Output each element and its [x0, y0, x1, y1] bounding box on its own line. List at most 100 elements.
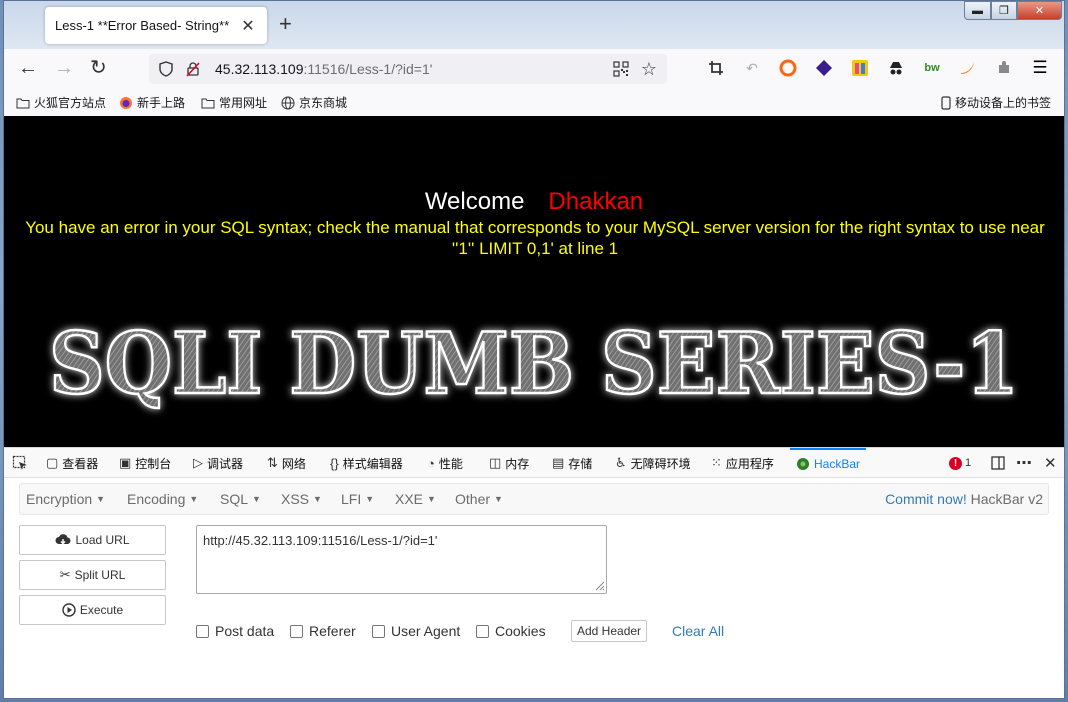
bookmark-star-icon[interactable]: ☆	[641, 59, 657, 80]
checkbox-box[interactable]	[476, 624, 489, 638]
menu-xxe[interactable]: XXE ▼	[395, 491, 436, 507]
caret-down-icon: ▼	[252, 494, 261, 504]
reload-button[interactable]: ↻	[90, 57, 107, 79]
menu-encoding[interactable]: Encoding ▼	[127, 491, 198, 507]
checkbox-box[interactable]	[290, 624, 303, 638]
page-content: Welcome Dhakkan You have an error in your…	[4, 116, 1064, 447]
close-window-button[interactable]: ✕	[1017, 1, 1062, 20]
orange-circle-extension-icon[interactable]	[778, 58, 798, 78]
tab-label: 样式编辑器	[342, 456, 403, 471]
minimize-button[interactable]: ▬	[964, 1, 991, 20]
caret-down-icon: ▼	[96, 494, 106, 504]
mobile-device-icon	[941, 95, 951, 110]
insecure-lock-icon[interactable]	[185, 61, 201, 77]
execute-label: Execute	[79, 603, 124, 617]
url-text[interactable]: 45.32.113.109:11516/Less-1/?id=1'	[215, 61, 432, 77]
tab-close-icon[interactable]: ✕	[239, 16, 257, 36]
menu-lfi[interactable]: LFI ▼	[341, 491, 374, 507]
caret-down-icon: ▼	[427, 494, 436, 504]
tab-label: 控制台	[135, 456, 172, 471]
qr-code-icon[interactable]	[613, 61, 629, 77]
address-bar[interactable]: 45.32.113.109:11516/Less-1/?id=1' ☆	[149, 54, 667, 84]
puzzle-extensions-icon[interactable]	[994, 58, 1014, 78]
tracking-shield-icon[interactable]	[159, 61, 173, 77]
bw-extension-icon[interactable]: bw	[922, 58, 942, 78]
execute-button[interactable]: Execute	[19, 595, 166, 625]
bookmark-label: 京东商城	[299, 96, 348, 110]
commit-now-link[interactable]: Commit now!	[885, 491, 967, 507]
option-label: Post data	[215, 623, 275, 639]
bookmark-item[interactable]: 常用网址	[201, 94, 267, 111]
post-data-checkbox[interactable]: Post data	[196, 623, 274, 639]
checkbox-box[interactable]	[372, 624, 385, 638]
menu-xss[interactable]: XSS ▼	[281, 491, 322, 507]
hackbar-version: HackBar v2	[970, 491, 1043, 507]
resize-grip-icon[interactable]	[593, 579, 605, 591]
user-agent-checkbox[interactable]: User Agent	[372, 623, 460, 639]
screenshot-crop-icon[interactable]	[706, 58, 726, 78]
url-input[interactable]: http://45.32.113.109:11516/Less-1/?id=1'	[196, 525, 607, 594]
tab-label: 内存	[505, 456, 530, 471]
folder-icon	[201, 98, 215, 108]
tab-style-editor[interactable]: {} 样式编辑器	[330, 448, 403, 478]
colorful-extension-icon[interactable]	[850, 58, 870, 78]
bookmark-item[interactable]: 京东商城	[281, 94, 347, 111]
tab-memory[interactable]: ◫ 内存	[489, 448, 529, 478]
checkbox-box[interactable]	[196, 624, 209, 638]
undo-arrow-icon[interactable]: ↶	[742, 58, 762, 78]
accessibility-icon: ♿	[615, 455, 627, 470]
tab-label: 调试器	[207, 456, 244, 471]
element-picker-icon[interactable]	[12, 448, 28, 478]
inspector-icon: ▢	[46, 455, 59, 470]
tab-accessibility[interactable]: ♿ 无障碍环境	[615, 448, 691, 478]
menu-sql[interactable]: SQL ▼	[220, 491, 261, 507]
more-options-icon[interactable]: ⋯	[1016, 448, 1032, 478]
tab-debugger[interactable]: ▷ 调试器	[193, 448, 243, 478]
orange-flame-extension-icon[interactable]	[958, 58, 978, 78]
tab-console[interactable]: ▣ 控制台	[119, 448, 171, 478]
caret-down-icon: ▼	[189, 494, 199, 504]
network-icon: ⇅	[267, 455, 278, 470]
debugger-icon: ▷	[193, 455, 203, 470]
tab-network[interactable]: ⇅ 网络	[267, 448, 306, 478]
maximize-button[interactable]: ❐	[991, 1, 1017, 20]
clear-all-link[interactable]: Clear All	[672, 623, 724, 639]
error-icon: !	[949, 456, 962, 470]
bookmark-item[interactable]: 新手上路	[119, 94, 185, 111]
new-tab-button[interactable]: +	[279, 13, 292, 35]
menu-encryption[interactable]: Encryption ▼	[26, 491, 105, 507]
cookies-checkbox[interactable]: Cookies	[476, 623, 546, 639]
incognito-extension-icon[interactable]	[886, 58, 906, 78]
mobile-bookmarks[interactable]: 移动设备上的书签	[941, 94, 1051, 111]
sql-error-line-1: You have an error in your SQL syntax; ch…	[25, 218, 1045, 237]
back-button[interactable]: ←	[18, 57, 38, 79]
bookmark-label: 新手上路	[137, 96, 186, 110]
menu-hamburger-icon[interactable]: ☰	[1030, 58, 1050, 78]
menu-other[interactable]: Other ▼	[455, 491, 503, 507]
hackbar-commit: Commit now! HackBar v2	[885, 491, 1043, 507]
purple-diamond-extension-icon[interactable]	[814, 58, 834, 78]
referer-checkbox[interactable]: Referer	[290, 623, 356, 639]
add-header-button[interactable]: Add Header	[571, 620, 648, 642]
forward-button[interactable]: →	[54, 57, 74, 79]
storage-icon: ▤	[552, 455, 565, 470]
tab-inspector[interactable]: ▢ 查看器	[46, 448, 98, 478]
tab-label: 无障碍环境	[630, 456, 691, 471]
tab-less-1[interactable]: Less-1 **Error Based- String** ✕	[45, 7, 267, 44]
tab-application[interactable]: ⁙ 应用程序	[711, 448, 774, 478]
dock-side-icon[interactable]	[990, 448, 1006, 478]
close-devtools-icon[interactable]: ✕	[1044, 448, 1057, 478]
tab-storage[interactable]: ▤ 存储	[552, 448, 592, 478]
error-count-badge[interactable]: ! 1	[949, 448, 971, 478]
sqli-dumb-series-banner: SQLI DUMB SERIES-1	[48, 313, 1021, 415]
devtools-panel: ▢ 查看器 ▣ 控制台 ▷ 调试器 ⇅ 网络 {} 样式编辑器 ◔ 性能 ◫ 内存 ▤ 存储	[4, 447, 1064, 698]
load-url-button[interactable]: Load URL	[19, 525, 166, 555]
bookmark-item[interactable]: 火狐官方站点	[16, 94, 106, 111]
globe-icon	[281, 96, 295, 109]
tab-performance[interactable]: ◔ 性能	[427, 448, 463, 478]
split-url-button[interactable]: ✂ Split URL	[19, 560, 166, 590]
tab-hackbar[interactable]: HackBar	[790, 448, 867, 478]
navigation-bar: ← → ↻ 45.32.113.109:11516/Less-1/?id=1' …	[4, 49, 1064, 89]
tab-label: HackBar	[814, 457, 861, 471]
memory-icon: ◫	[489, 455, 502, 470]
